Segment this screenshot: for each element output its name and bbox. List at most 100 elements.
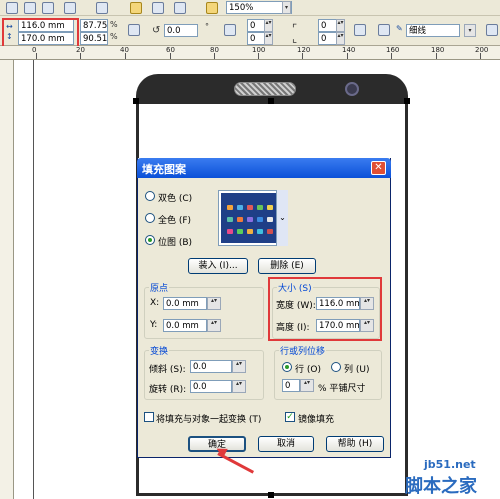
row-label: 行 (O) <box>295 365 321 375</box>
percent-label: % <box>110 20 118 29</box>
ruler-tick <box>480 53 481 59</box>
chevron-down-icon[interactable]: ▾ <box>282 1 291 14</box>
radio-column[interactable] <box>331 362 341 372</box>
ruler-tick-label: 200 <box>475 46 489 54</box>
corner-bracket-icon: ⌞ <box>292 32 298 45</box>
page-border <box>33 60 34 499</box>
ruler-tick <box>125 53 126 59</box>
transform-label: 变换 <box>149 344 170 357</box>
ruler-tick-label: 160 <box>386 46 400 54</box>
row-col-offset-label: 行或列位移 <box>279 344 327 357</box>
vertical-ruler <box>0 60 14 499</box>
rotate-label: 旋转 (R): <box>149 385 187 395</box>
convert-to-curves-icon[interactable] <box>486 24 498 36</box>
origin-x-label: X: <box>150 298 160 308</box>
mirror-fill-checkbox[interactable]: ✓ <box>285 412 295 422</box>
spinner-icon[interactable]: ▴▾ <box>232 360 246 373</box>
spinner-icon[interactable]: ▴▾ <box>207 297 221 310</box>
delete-button[interactable]: 删除 (E) <box>258 258 316 274</box>
origin-label: 原点 <box>149 281 170 294</box>
close-button[interactable]: ✕ <box>371 161 386 175</box>
pattern-preview-image <box>221 193 277 243</box>
spinner-icon[interactable]: ▴▾ <box>232 380 246 393</box>
ruler-tick <box>347 53 348 59</box>
bitmap-label: 位图 (B) <box>158 238 193 248</box>
transform-with-object-label: 将填充与对象一起变换 (T) <box>156 415 262 425</box>
size-highlight <box>268 277 382 341</box>
application-launcher-icon[interactable] <box>206 2 218 14</box>
radio-bitmap[interactable] <box>145 235 155 245</box>
rotate-field[interactable]: 0.0 <box>190 380 232 393</box>
app-tile <box>237 217 243 222</box>
spinner-icon[interactable]: ▴▾ <box>264 32 273 45</box>
selection-handle[interactable] <box>268 98 274 104</box>
spinner-icon[interactable]: ▴▾ <box>207 319 221 332</box>
copy-icon[interactable] <box>24 2 36 14</box>
offset-percent-field[interactable]: 0 <box>282 379 300 392</box>
selection-handle[interactable] <box>133 98 139 104</box>
load-button[interactable]: 装入 (I)... <box>188 258 248 274</box>
outline-width-select[interactable]: 细线 <box>406 24 460 37</box>
cancel-button[interactable]: 取消 <box>258 436 314 452</box>
app-tile <box>247 229 253 234</box>
help-button[interactable]: 帮助 (H) <box>326 436 384 452</box>
percent-label: % <box>110 32 118 41</box>
transform-with-object-checkbox[interactable] <box>144 412 154 422</box>
skew-field[interactable]: 0.0 <box>190 360 232 373</box>
app-tile <box>247 205 253 210</box>
radio-row[interactable] <box>282 362 292 372</box>
ruler-tick <box>258 53 259 59</box>
phone-speaker <box>234 82 296 96</box>
spinner-icon[interactable]: ▴▾ <box>336 32 345 45</box>
cut-icon[interactable] <box>6 2 18 14</box>
origin-x-field[interactable]: 0.0 mm <box>163 297 207 310</box>
ruler-tick <box>436 53 437 59</box>
rotate-icon: ↺ <box>152 25 161 36</box>
chevron-down-icon[interactable]: ▾ <box>464 24 476 37</box>
app-tile <box>227 205 233 210</box>
lock-ratio-icon[interactable] <box>128 24 140 36</box>
spinner-icon[interactable]: ▴▾ <box>300 379 314 392</box>
selection-handle[interactable] <box>404 98 410 104</box>
spinner-icon[interactable]: ▴▾ <box>264 19 273 32</box>
import-icon[interactable] <box>130 2 142 14</box>
ruler-tick-label: 120 <box>297 46 311 54</box>
phone-camera <box>345 82 359 96</box>
degree-label: ° <box>205 22 209 31</box>
publish-icon[interactable] <box>174 2 186 14</box>
app-tile <box>267 217 273 222</box>
selection-handle[interactable] <box>268 492 274 498</box>
ruler-tick <box>391 53 392 59</box>
scale-y-field[interactable]: 90.51 <box>80 32 108 45</box>
full-color-label: 全色 (F) <box>158 216 192 226</box>
pen-icon: ✎ <box>396 24 403 33</box>
app-tile <box>267 229 273 234</box>
radio-two-color[interactable] <box>145 191 155 201</box>
watermark-site: jb51.net <box>424 458 476 471</box>
app-tile <box>247 217 253 222</box>
rotation-field[interactable]: 0.0 <box>164 24 198 37</box>
dialog-title: 填充图案 <box>142 163 186 176</box>
undo-icon[interactable] <box>64 2 76 14</box>
app-tile <box>237 229 243 234</box>
mirror-icon[interactable] <box>224 24 236 36</box>
app-tile <box>257 205 263 210</box>
ruler-tick <box>80 53 81 59</box>
scale-x-field[interactable]: 87.75 <box>80 19 108 32</box>
radio-full-color[interactable] <box>145 213 155 223</box>
text-wrap-icon[interactable] <box>378 24 390 36</box>
paste-icon[interactable] <box>42 2 54 14</box>
ruler-tick <box>170 53 171 59</box>
origin-y-field[interactable]: 0.0 mm <box>163 319 207 332</box>
app-tile <box>237 205 243 210</box>
tile-size-label: % 平铺尺寸 <box>318 384 366 394</box>
app-tile <box>257 217 263 222</box>
spinner-icon[interactable]: ▴▾ <box>336 19 345 32</box>
chevron-down-icon[interactable]: ⌄ <box>276 190 288 246</box>
zoom-value: 150% <box>229 3 254 13</box>
export-icon[interactable] <box>152 2 164 14</box>
column-label: 列 (U) <box>344 365 370 375</box>
round-corner-lock-icon[interactable] <box>354 24 366 36</box>
ruler-tick-label: 140 <box>342 46 356 54</box>
redo-icon[interactable] <box>96 2 108 14</box>
